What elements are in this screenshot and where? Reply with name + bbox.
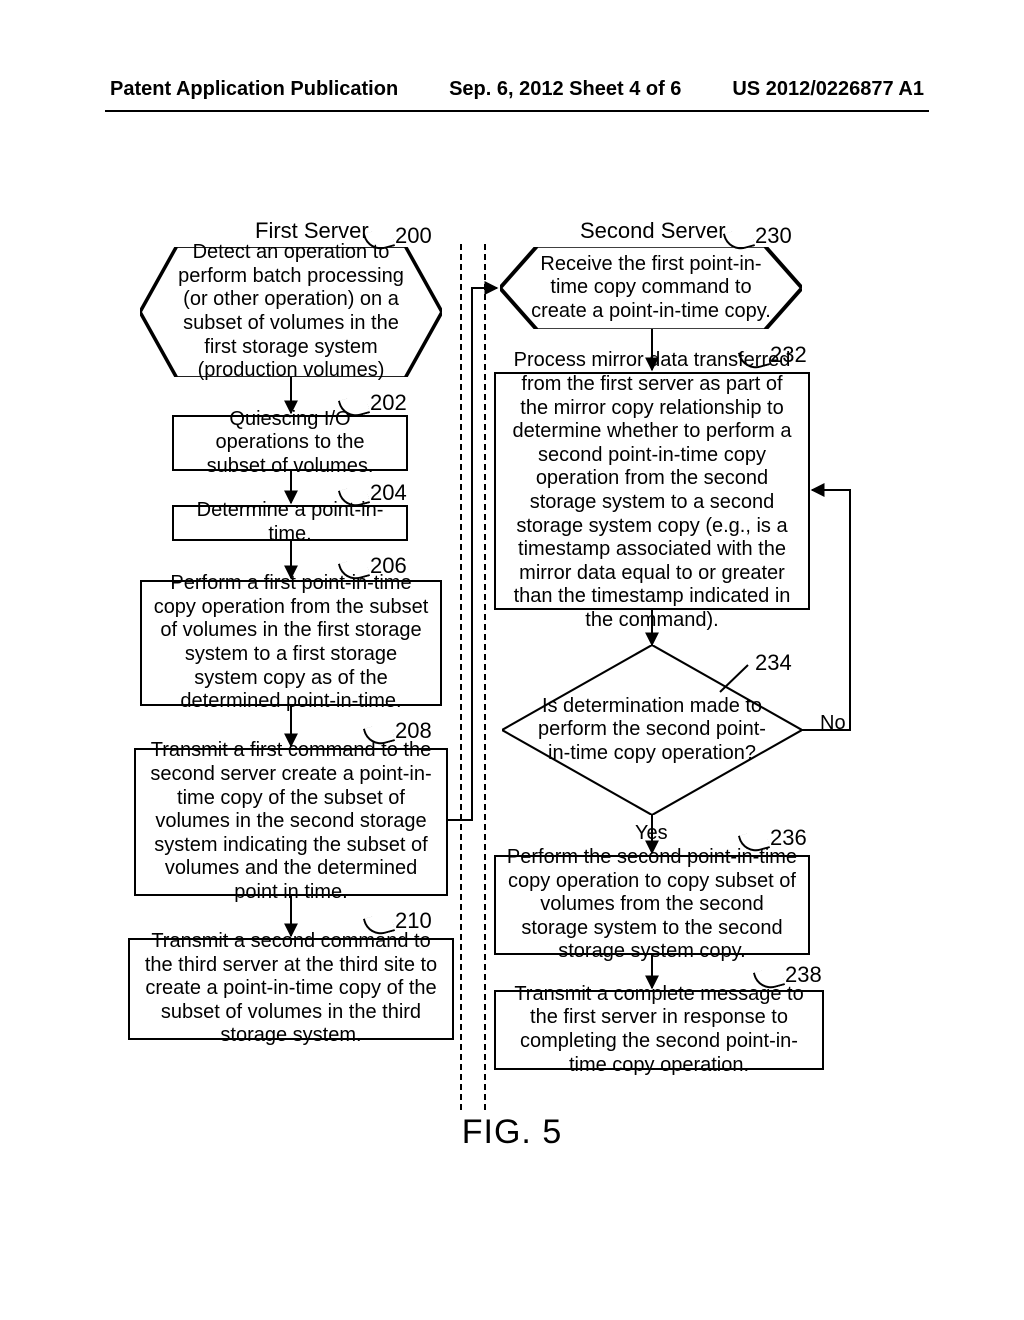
box-first-pit-copy: Perform a first point-in-time copy opera… [140, 580, 442, 706]
box-determine-pit-text: Determine a point-in-time. [184, 499, 396, 546]
box-transmit-complete-text: Transmit a complete message to the first… [506, 983, 812, 1077]
refnum-206: 206 [370, 553, 407, 579]
box-transmit-complete: Transmit a complete message to the first… [494, 990, 824, 1070]
box-first-pit-copy-text: Perform a first point-in-time copy opera… [152, 572, 430, 714]
column-title-first-server: First Server [255, 218, 369, 244]
refnum-232: 232 [770, 342, 807, 368]
decision-perform-second-pit-text: Is determination made to perform the sec… [502, 695, 802, 766]
box-transmit-second-command: Transmit a second command to the third s… [128, 938, 454, 1040]
refnum-236: 236 [770, 825, 807, 851]
swimlane-divider-right [484, 244, 486, 1110]
column-title-second-server: Second Server [580, 218, 726, 244]
box-quiesce-io: Quiescing I/O operations to the subset o… [172, 415, 408, 471]
header-left: Patent Application Publication [110, 78, 398, 101]
hex-detect-operation-text: Detect an operation to perform batch pro… [170, 241, 412, 383]
refnum-202: 202 [370, 390, 407, 416]
refnum-210: 210 [395, 908, 432, 934]
header-rule [105, 110, 929, 112]
refnum-204: 204 [370, 480, 407, 506]
refnum-208: 208 [395, 718, 432, 744]
header-center: Sep. 6, 2012 Sheet 4 of 6 [449, 78, 681, 101]
swimlane-divider-left [460, 244, 462, 1110]
box-process-mirror-data: Process mirror data transferred from the… [494, 372, 810, 610]
box-transmit-first-command-text: Transmit a first command to the second s… [146, 739, 436, 904]
refnum-234: 234 [755, 650, 792, 676]
box-quiesce-io-text: Quiescing I/O operations to the subset o… [184, 408, 396, 479]
box-perform-second-pit-copy-text: Perform the second point-in-time copy op… [506, 846, 798, 964]
decision-yes-label: Yes [635, 822, 668, 845]
box-process-mirror-data-text: Process mirror data transferred from the… [506, 349, 798, 632]
header-right: US 2012/0226877 A1 [732, 78, 924, 101]
hex-receive-command-text: Receive the first point-in-time copy com… [530, 253, 772, 324]
figure-label: FIG. 5 [0, 1113, 1024, 1152]
decision-no-label: No [820, 712, 846, 735]
box-determine-pit: Determine a point-in-time. [172, 505, 408, 541]
box-perform-second-pit-copy: Perform the second point-in-time copy op… [494, 855, 810, 955]
page-header: Patent Application Publication Sep. 6, 2… [110, 78, 924, 101]
refnum-230: 230 [755, 223, 792, 249]
hex-detect-operation: Detect an operation to perform batch pro… [140, 247, 442, 377]
box-transmit-second-command-text: Transmit a second command to the third s… [140, 930, 442, 1048]
hex-receive-command: Receive the first point-in-time copy com… [500, 247, 802, 329]
refnum-238: 238 [785, 962, 822, 988]
box-transmit-first-command: Transmit a first command to the second s… [134, 748, 448, 896]
